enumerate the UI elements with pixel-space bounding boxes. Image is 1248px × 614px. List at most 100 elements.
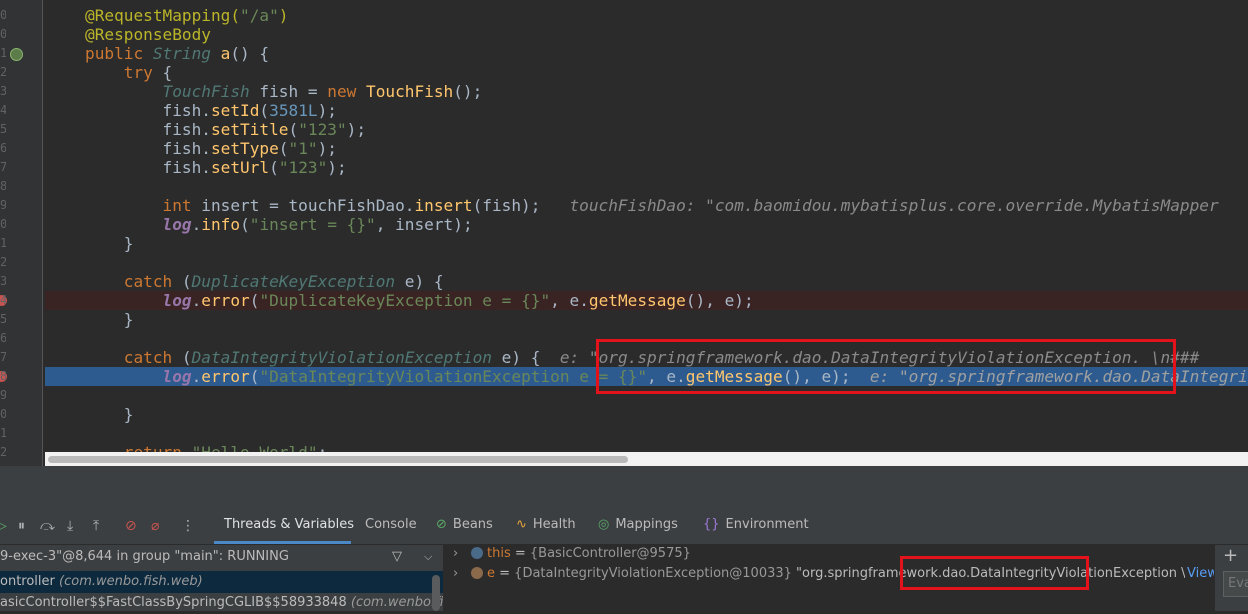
expand-arrow-icon[interactable]: › [453,563,458,585]
breakpoint-icon[interactable] [10,48,23,61]
code-token: ( [240,215,250,234]
scrollbar-thumb[interactable] [48,456,628,463]
code-line[interactable]: fish.setTitle("123"); [45,120,1248,139]
code-token: "insert = {}" [249,215,376,234]
code-line[interactable]: fish.setType("1"); [45,139,1248,158]
resume-icon[interactable]: ▷ [0,518,7,534]
line-number: 9 [0,388,6,402]
mute-breakpoints-icon[interactable]: ⌀ [151,518,159,534]
line-number: 5 [0,122,6,136]
code-line[interactable]: catch (DuplicateKeyException e) { [45,272,1248,291]
view-breakpoints-icon[interactable]: ⊘ [125,518,137,534]
variable-name: e [487,566,495,581]
code-line[interactable]: @RequestMapping("/a") [45,6,1248,25]
code-token: error [201,291,250,310]
tab-label: Threads & Variables [224,517,355,532]
code-line[interactable]: } [45,234,1248,253]
tab-health[interactable]: ∿ Health [516,517,576,532]
code-token: catch [85,272,182,291]
code-token: log [162,291,192,310]
code-token: . [191,367,202,386]
code-text: @ResponseBody [85,25,211,44]
code-token: TouchFish [366,82,454,101]
code-token: ( [269,158,279,177]
view-link[interactable]: View [1185,563,1214,585]
code-token: setId [210,101,260,120]
code-line[interactable]: TouchFish fish = new TouchFish(); [45,82,1248,101]
code-line[interactable] [45,177,1248,196]
code-line[interactable]: log.info("insert = {}", insert); [45,215,1248,234]
code-line[interactable]: public String a() { [45,44,1248,63]
line-number: 5 [0,312,6,326]
line-number: 0 [0,8,6,22]
code-token: DuplicateKeyException [191,272,405,291]
code-token: a [220,44,231,63]
variable-equals: = [495,566,515,581]
tab-beans[interactable]: ⊘ Beans [436,517,493,532]
active-tab-indicator [214,541,351,544]
code-token: insert = touchFishDao. [201,196,415,215]
code-line[interactable]: fish.setUrl("123"); [45,158,1248,177]
code-token: e) { [501,348,541,367]
filter-icon[interactable]: ▽ [392,546,402,568]
code-token: e) { [404,272,444,291]
line-number: 0 [0,217,6,231]
code-line[interactable]: } [45,405,1248,424]
code-token: int [85,196,202,215]
highlight-box-inline-hint [596,339,1176,394]
tab-console[interactable]: Console [365,517,417,532]
variable-equals: = [510,546,530,561]
code-line[interactable]: log.error("DuplicateKeyException e = {}"… [45,291,1248,310]
chevron-down-icon[interactable]: ⌵ [424,546,432,568]
frame-row[interactable]: ontroller (com.wenbo.fish.web) [0,571,443,593]
expand-arrow-icon[interactable]: › [453,543,458,565]
variable-row[interactable]: › e = {DataIntegrityViolationException@1… [444,563,1214,585]
evaluate-column: + Eva [1214,545,1248,611]
thread-selector[interactable]: 9-exec-3"@8,644 in group "main": RUNNING… [0,546,443,568]
variable-name: this [487,546,511,561]
code-token: ); [317,101,337,120]
code-token: TouchFish [85,82,260,101]
frames-scrollbar[interactable] [432,575,440,611]
horizontal-scrollbar[interactable] [45,452,1248,466]
code-token: (), e); [685,291,754,310]
code-token: error [201,367,250,386]
step-out-icon[interactable]: ⤒ [93,518,99,534]
editor-gutter[interactable]: 0 0 1 2 3 4 5 6 7 8 9 0 1 2 3 4 5 6 7 8 9 0 1 2 [0,0,43,466]
tab-mappings[interactable]: ◎ Mappings [598,517,678,532]
code-line[interactable]: fish.setId(3581L); [45,101,1248,120]
step-into-icon[interactable]: ⤓ [67,518,73,534]
variable-row[interactable]: › this = {BasicController@9575} [444,543,1214,565]
line-number: 2 [0,255,6,269]
line-number: 3 [0,274,6,288]
code-line[interactable] [45,253,1248,272]
code-token: fish = [259,82,328,101]
field-icon [471,547,483,559]
add-watch-icon[interactable]: + [1223,545,1238,566]
code-text: catch (DuplicateKeyException e) { [85,272,444,291]
tab-environment[interactable]: {} Environment [703,517,809,532]
line-number: 7 [0,350,6,364]
code-line[interactable]: } [45,310,1248,329]
code-token: String [152,44,221,63]
code-token: @RequestMapping( [85,6,241,25]
code-token: } [85,234,134,253]
thread-status[interactable]: 9-exec-3"@8,644 in group "main": RUNNING [0,549,289,564]
more-options-icon[interactable]: ⋮ [181,518,195,534]
beans-icon: ⊘ [436,517,447,532]
code-token: fish. [85,101,211,120]
line-number: 1 [0,46,6,60]
code-line[interactable] [45,424,1248,443]
tab-threads-variables[interactable]: Threads & Variables [224,517,354,532]
line-number: 9 [0,198,6,212]
code-text: fish.setType("1"); [85,139,337,158]
step-over-icon[interactable]: ⤼ [40,518,55,534]
pause-icon[interactable]: ⏸ [18,518,25,534]
code-text: fish.setTitle("123"); [85,120,367,139]
evaluate-input[interactable]: Eva [1223,571,1248,597]
code-line[interactable]: @ResponseBody [45,25,1248,44]
code-line[interactable]: try { [45,63,1248,82]
code-token: ); [346,120,367,139]
code-editor[interactable]: 0 0 1 2 3 4 5 6 7 8 9 0 1 2 3 4 5 6 7 8 9 0 1 2 @RequestMapping… [0,0,1248,466]
code-line[interactable]: int insert = touchFishDao.insert(fish); … [45,196,1248,215]
